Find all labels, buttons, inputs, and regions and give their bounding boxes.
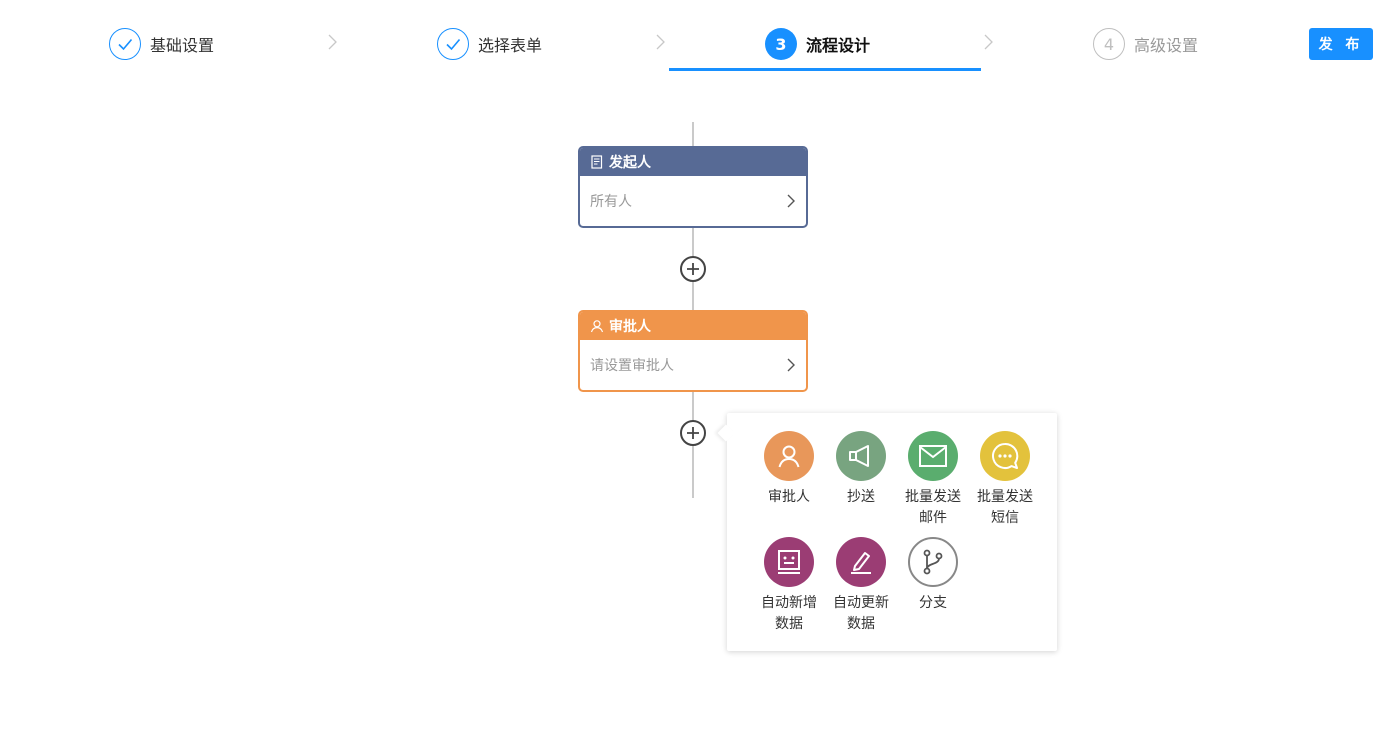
menu-item-batch-sms[interactable]: 批量发送 短信: [969, 431, 1041, 529]
menu-item-batch-email[interactable]: 批量发送 邮件: [897, 431, 969, 529]
menu-label: 自动新增: [761, 595, 817, 611]
step-label: 基础设置: [150, 36, 215, 55]
menu-item-approver[interactable]: 审批人: [753, 431, 825, 508]
menu-label-line2: 数据: [847, 616, 875, 632]
node-title: 审批人: [609, 319, 651, 335]
edit-icon: [836, 537, 886, 587]
step-advanced-settings[interactable]: 4 高级设置: [1093, 28, 1198, 60]
step-basic-settings[interactable]: 基础设置: [109, 28, 214, 60]
publish-button[interactable]: 发 布: [1309, 28, 1373, 60]
menu-label: 审批人: [768, 489, 810, 505]
node-content: 所有人: [590, 194, 632, 210]
user-icon: [764, 431, 814, 481]
add-node-menu: 审批人 抄送 批量发送 邮件 批量发送 短信 自动新增 数据 自动更新 数据 分…: [727, 413, 1057, 651]
menu-item-branch[interactable]: 分支: [897, 537, 969, 614]
chevron-right-icon: [656, 34, 665, 50]
menu-item-auto-add-data[interactable]: 自动新增 数据: [753, 537, 825, 635]
step-number: 4: [1093, 28, 1125, 60]
add-node-button[interactable]: [680, 256, 706, 282]
active-step-indicator: [669, 68, 981, 71]
megaphone-icon: [836, 431, 886, 481]
step-label: 高级设置: [1134, 36, 1199, 55]
node-content: 请设置审批人: [590, 358, 674, 374]
node-header: 发起人: [580, 148, 806, 176]
steps-header: 基础设置 选择表单 3 流程设计 4 高级设置 发 布: [0, 0, 1395, 90]
check-icon: [437, 28, 469, 60]
branch-icon: [908, 537, 958, 587]
menu-label: 自动更新: [833, 595, 889, 611]
menu-label: 分支: [919, 595, 947, 611]
node-header: 审批人: [580, 312, 806, 340]
menu-label: 批量发送: [905, 489, 961, 505]
mail-icon: [908, 431, 958, 481]
connector-line: [692, 122, 694, 146]
chevron-right-icon: [984, 34, 993, 50]
menu-label-line2: 数据: [775, 616, 803, 632]
node-body: 所有人: [580, 176, 806, 226]
step-label: 选择表单: [478, 36, 543, 55]
add-node-button[interactable]: [680, 420, 706, 446]
initiator-node[interactable]: 发起人 所有人: [578, 146, 808, 228]
step-process-design[interactable]: 3 流程设计: [765, 28, 870, 60]
menu-label-line2: 邮件: [919, 510, 947, 526]
chevron-right-icon: [787, 194, 795, 208]
menu-label-line2: 短信: [991, 510, 1019, 526]
data-add-icon: [764, 537, 814, 587]
menu-label: 抄送: [847, 489, 875, 505]
step-number: 3: [765, 28, 797, 60]
step-select-form[interactable]: 选择表单: [437, 28, 542, 60]
step-label: 流程设计: [806, 36, 871, 55]
menu-item-auto-update-data[interactable]: 自动更新 数据: [825, 537, 897, 635]
plus-icon: [687, 427, 699, 439]
chevron-right-icon: [787, 358, 795, 372]
node-body: 请设置审批人: [580, 340, 806, 390]
user-icon: [590, 320, 604, 333]
message-icon: [980, 431, 1030, 481]
menu-label: 批量发送: [977, 489, 1033, 505]
check-icon: [109, 28, 141, 60]
approver-node[interactable]: 审批人 请设置审批人: [578, 310, 808, 392]
document-icon: [591, 155, 603, 169]
menu-item-cc[interactable]: 抄送: [825, 431, 897, 508]
plus-icon: [687, 263, 699, 275]
node-title: 发起人: [609, 155, 651, 171]
chevron-right-icon: [328, 34, 337, 50]
